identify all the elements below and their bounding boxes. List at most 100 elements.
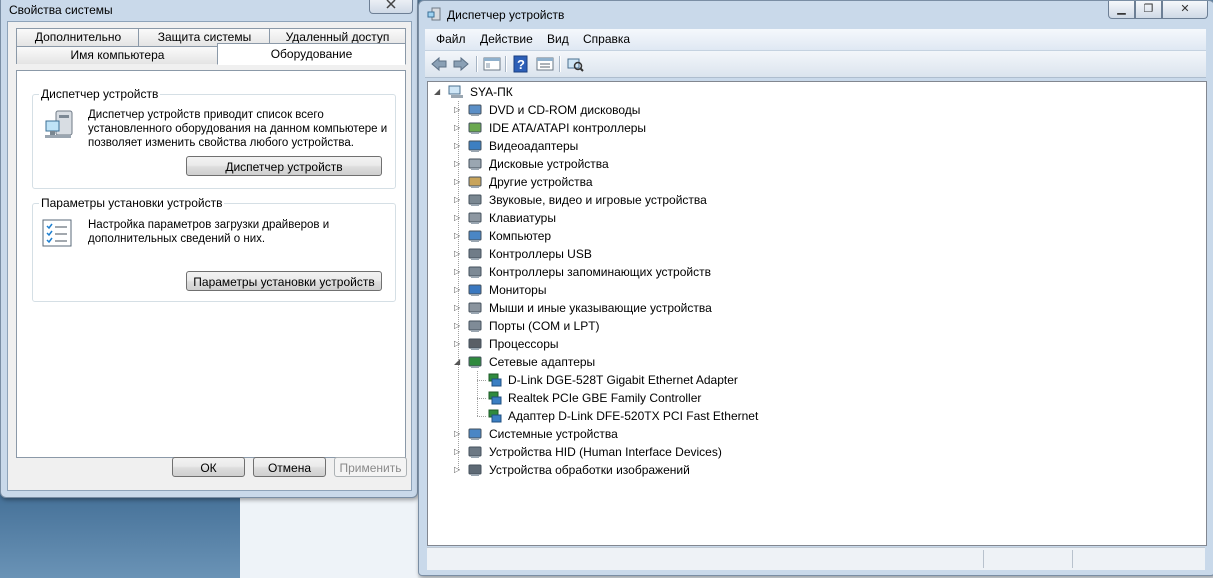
category-label: Порты (COM и LPT) <box>489 319 600 333</box>
help-button[interactable]: ? <box>512 55 530 73</box>
collapse-arrow-icon[interactable]: ◢ <box>454 353 464 371</box>
window-title: Свойства системы <box>9 3 113 17</box>
help-icon: ? <box>513 55 528 73</box>
description-line: Диспетчер устройств приводит список всег… <box>88 109 324 121</box>
expand-arrow-icon[interactable]: ▷ <box>454 335 464 353</box>
expand-arrow-icon[interactable]: ▷ <box>454 281 464 299</box>
status-separator <box>1072 550 1073 568</box>
expand-arrow-icon[interactable]: ▷ <box>454 209 464 227</box>
category-label: Устройства обработки изображений <box>489 463 690 477</box>
tab-label: Удаленный доступ <box>285 30 390 44</box>
expand-arrow-icon[interactable]: ▷ <box>454 245 464 263</box>
menu-file[interactable]: Файл <box>436 32 466 46</box>
mouse-icon <box>468 301 483 315</box>
toolbar-separator <box>505 56 507 72</box>
expand-arrow-icon[interactable]: ▷ <box>454 173 464 191</box>
tab-computer-name[interactable]: Имя компьютера <box>16 46 219 64</box>
minimize-button[interactable]: ▁ <box>1108 1 1135 19</box>
processor-icon <box>468 337 483 351</box>
tab-label: Дополнительно <box>34 30 122 44</box>
device-installation-group: Параметры установки устройств Настройка … <box>32 196 396 302</box>
device-manager-icon <box>43 109 77 144</box>
keyboard-icon <box>468 211 483 225</box>
expand-arrow-icon[interactable]: ▷ <box>454 263 464 281</box>
expand-arrow-icon[interactable]: ▷ <box>454 299 464 317</box>
expand-arrow-icon[interactable]: ▷ <box>454 317 464 335</box>
minimize-icon: ▁ <box>1117 3 1126 15</box>
category-label: Контроллеры USB <box>489 247 592 261</box>
restore-button[interactable]: ❐ <box>1135 1 1162 19</box>
window-controls: ▁ ❐ ✕ <box>1108 1 1208 19</box>
show-hide-console-tree-button[interactable] <box>483 55 501 73</box>
ok-button[interactable]: ОК <box>172 457 245 477</box>
expand-arrow-icon[interactable]: ▷ <box>454 191 464 209</box>
usb-icon <box>468 247 483 261</box>
close-button[interactable]: ✕ <box>1162 1 1208 19</box>
imaging-device-icon <box>468 463 483 477</box>
close-icon: ✕ <box>1180 3 1190 15</box>
back-arrow-icon <box>431 56 447 72</box>
console-tree-icon <box>483 57 501 71</box>
tree-connector <box>477 416 486 417</box>
forward-button[interactable] <box>452 55 470 73</box>
expand-arrow-icon[interactable]: ▷ <box>454 101 464 119</box>
dialog-body: Дополнительно Защита системы Удаленный д… <box>7 21 412 491</box>
toolbar-separator <box>476 56 478 72</box>
other-device-icon <box>468 175 483 189</box>
network-adapter-icon <box>468 355 483 369</box>
tab-advanced[interactable]: Дополнительно <box>16 28 140 46</box>
category-label: Другие устройства <box>489 175 593 189</box>
category-label: Системные устройства <box>489 427 618 441</box>
collapse-arrow-icon[interactable]: ◢ <box>434 83 444 101</box>
device-manager-button[interactable]: Диспетчер устройств <box>186 156 382 176</box>
display-adapter-icon <box>468 139 483 153</box>
tree-connector <box>477 398 486 399</box>
tab-label: Имя компьютера <box>70 48 165 62</box>
port-icon <box>468 319 483 333</box>
tab-hardware[interactable]: Оборудование <box>217 43 406 65</box>
restore-icon: ❐ <box>1143 3 1154 15</box>
expand-arrow-icon[interactable]: ▷ <box>454 443 464 461</box>
expand-arrow-icon[interactable]: ▷ <box>454 425 464 443</box>
cancel-button[interactable]: Отмена <box>253 457 326 477</box>
device-manager-group: Диспетчер устройств Диспетчер устройств … <box>32 87 396 189</box>
disk-drive-icon <box>468 157 483 171</box>
expand-arrow-icon[interactable]: ▷ <box>454 227 464 245</box>
device-tree: ◢ SYA-ПК ▷ DVD и CD-ROM дисководы ▷ IDE ATA… <box>427 81 1207 546</box>
device-installation-settings-button[interactable]: Параметры установки устройств <box>186 271 382 291</box>
category-label: Мыши и иные указывающие устройства <box>489 301 712 315</box>
adapter-label: Адаптер D-Link DFE-520TX PCI Fast Ethern… <box>508 409 759 423</box>
expand-arrow-icon[interactable]: ▷ <box>454 155 464 173</box>
device-manager-window: Диспетчер устройств ▁ ❐ ✕ Файл Действие … <box>418 0 1213 576</box>
tab-label: Защита системы <box>157 30 252 44</box>
ide-controller-icon <box>468 121 483 135</box>
category-label: Видеоадаптеры <box>489 139 579 153</box>
window-title: Диспетчер устройств <box>447 8 565 22</box>
category-label: Контроллеры запоминающих устройств <box>489 265 711 279</box>
scan-hardware-button[interactable] <box>566 55 584 73</box>
computer-name: SYA-ПК <box>470 85 513 99</box>
expand-arrow-icon[interactable]: ▷ <box>454 119 464 137</box>
tree-connector <box>477 371 478 416</box>
description-line: установленного оборудования на данном ко… <box>88 123 388 135</box>
description-line: позволяет изменить свойства любого устро… <box>88 137 354 149</box>
expand-arrow-icon[interactable]: ▷ <box>454 461 464 479</box>
properties-button[interactable] <box>536 55 554 73</box>
menu-action[interactable]: Действие <box>480 32 533 46</box>
apply-button[interactable]: Применить <box>334 457 407 477</box>
menu-view[interactable]: Вид <box>547 32 569 46</box>
back-button[interactable] <box>430 55 448 73</box>
category-label: Устройства HID (Human Interface Devices) <box>489 445 722 459</box>
category-label: IDE ATA/ATAPI контроллеры <box>489 121 647 135</box>
hardware-panel: Диспетчер устройств Диспетчер устройств … <box>16 70 406 458</box>
category-label: Процессоры <box>489 337 559 351</box>
category-label: Дисковые устройства <box>489 157 609 171</box>
menu-help[interactable]: Справка <box>583 32 630 46</box>
close-button[interactable] <box>369 0 413 14</box>
toolbar-separator <box>559 56 561 72</box>
category-label: Звуковые, видео и игровые устройства <box>489 193 707 207</box>
computer-icon <box>468 229 483 243</box>
status-separator <box>983 550 984 568</box>
category-label: Компьютер <box>489 229 552 243</box>
expand-arrow-icon[interactable]: ▷ <box>454 137 464 155</box>
